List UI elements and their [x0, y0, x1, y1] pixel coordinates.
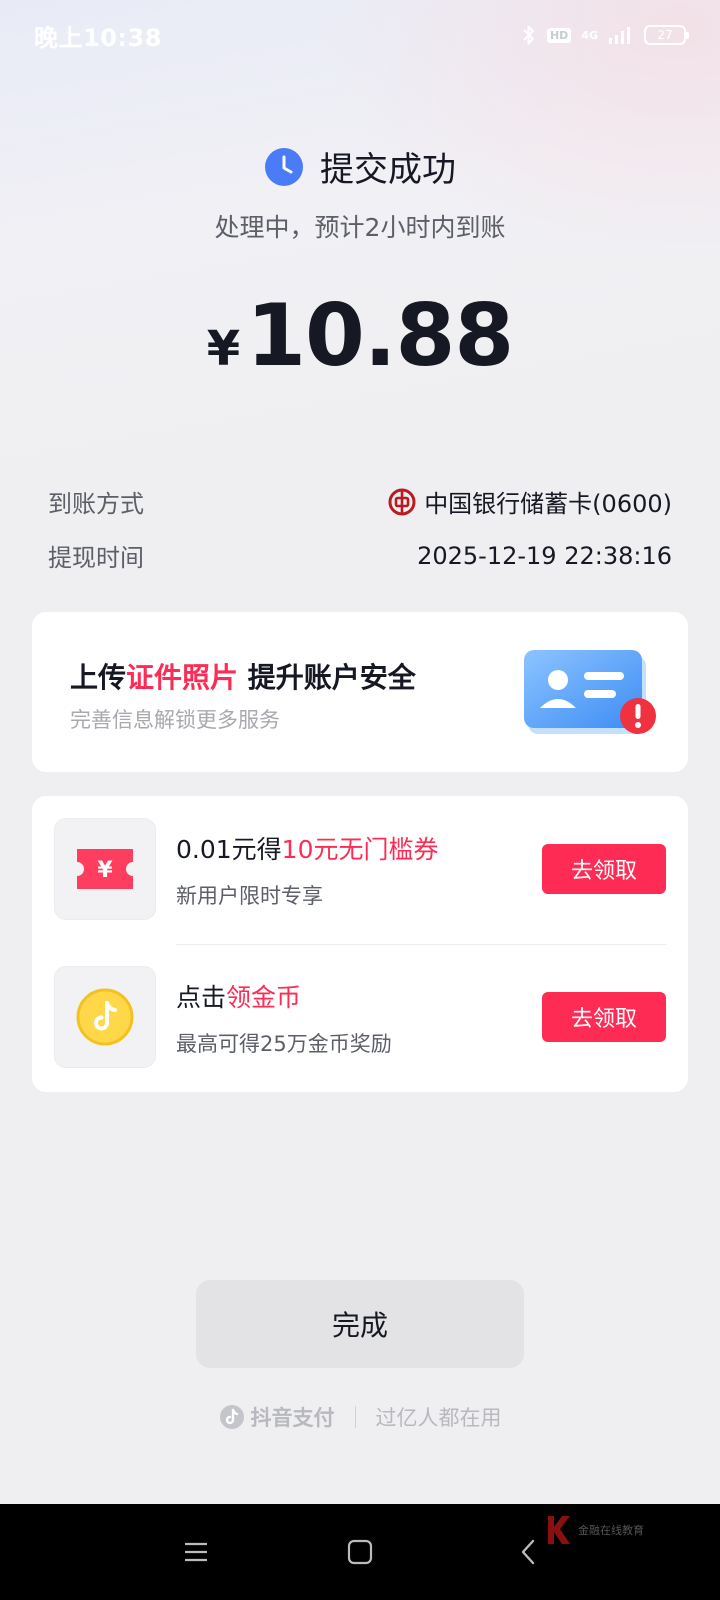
- svg-text:¥: ¥: [97, 858, 113, 883]
- promo-title: 0.01元得10元无门槛券: [176, 830, 438, 866]
- promo-title-highlight: 10元无门槛券: [281, 835, 439, 864]
- result-subtitle: 处理中，预计2小时内到账: [214, 213, 506, 242]
- promo-title-prefix: 点击: [176, 983, 227, 1012]
- menu-icon: [185, 1542, 207, 1562]
- status-time: 晚上10:38: [34, 23, 162, 52]
- signal-icon: [608, 25, 634, 45]
- status-bar: 晚上10:38 HD 4G 27: [0, 0, 720, 70]
- claim-gold-coin-button[interactable]: 去领取: [542, 992, 666, 1042]
- promo-title: 点击领金币: [176, 978, 301, 1014]
- result-title: 提交成功: [320, 150, 456, 190]
- footer: 抖音支付 过亿人都在用: [0, 1402, 720, 1432]
- done-button[interactable]: 完成: [196, 1280, 524, 1368]
- promo-thumb: ¥: [54, 818, 156, 920]
- battery-icon: 27: [644, 25, 689, 45]
- promo-item-gold-coin[interactable]: 点击领金币 最高可得25万金币奖励 去领取: [32, 966, 688, 1076]
- footer-brand: 抖音支付: [219, 1402, 335, 1432]
- promo-title-highlight: 领金币: [226, 983, 302, 1012]
- back-chevron-icon: [521, 1539, 535, 1565]
- detail-value: 2025-12-19 22:38:16: [417, 541, 672, 570]
- clock-icon: [265, 147, 303, 186]
- footer-divider: [354, 1406, 356, 1428]
- detail-value-text: 中国银行储蓄卡(0600): [424, 490, 672, 518]
- detail-label: 到账方式: [48, 490, 144, 518]
- douyin-pay-icon: [219, 1405, 244, 1429]
- bluetooth-icon: [521, 23, 537, 47]
- promo-subtitle: 新用户限时专享: [176, 884, 323, 908]
- network-type: 4G: [581, 28, 598, 42]
- upload-id-title-suffix: 提升账户安全: [238, 661, 416, 694]
- promo-divider: [176, 944, 666, 945]
- home-button[interactable]: [342, 1534, 378, 1570]
- detail-row-method: 到账方式 中国银行储蓄卡(0600): [48, 484, 672, 519]
- status-icons: HD 4G 27: [521, 23, 689, 47]
- watermark-logo-icon: [548, 1516, 570, 1544]
- hd-voice-icon: HD: [546, 27, 572, 43]
- amount-display: ¥ 10.88: [0, 286, 720, 386]
- promo-card: ¥ 0.01元得10元无门槛券 新用户限时专享 去领取 点击领金币 最高可得25…: [32, 796, 688, 1092]
- bank-of-china-icon: [388, 488, 416, 515]
- upload-id-subtitle: 完善信息解锁更多服务: [70, 708, 280, 732]
- currency-symbol: ¥: [206, 321, 241, 377]
- id-card-warning-icon: [524, 650, 656, 734]
- upload-id-title-prefix: 上传: [70, 661, 127, 694]
- footer-slogan: 过亿人都在用: [375, 1406, 502, 1430]
- promo-item-coupon[interactable]: ¥ 0.01元得10元无门槛券 新用户限时专享 去领取: [32, 818, 688, 928]
- promo-thumb: [54, 966, 156, 1068]
- watermark-text: 金融在线教育: [578, 1524, 644, 1537]
- footer-brand-text: 抖音支付: [250, 1406, 335, 1430]
- claim-coupon-button[interactable]: 去领取: [542, 844, 666, 894]
- coupon-icon: ¥: [77, 849, 133, 889]
- result-header: 提交成功: [0, 142, 720, 191]
- gold-coin-icon: [76, 988, 134, 1046]
- system-nav-bar: 金融在线教育: [0, 1504, 720, 1600]
- promo-title-prefix: 0.01元得: [176, 835, 282, 864]
- upload-id-title: 上传证件照片 提升账户安全: [70, 656, 416, 696]
- promo-subtitle: 最高可得25万金币奖励: [176, 1032, 392, 1056]
- back-button[interactable]: [510, 1534, 546, 1570]
- upload-id-title-highlight: 证件照片: [126, 661, 239, 694]
- home-square-icon: [347, 1539, 373, 1565]
- detail-row-time: 提现时间 2025-12-19 22:38:16: [48, 538, 672, 573]
- detail-label: 提现时间: [48, 544, 144, 572]
- upload-id-card[interactable]: 上传证件照片 提升账户安全 完善信息解锁更多服务: [32, 612, 688, 772]
- detail-value: 中国银行储蓄卡(0600): [388, 484, 672, 519]
- watermark: 金融在线教育: [546, 1514, 644, 1546]
- recent-apps-button[interactable]: [178, 1534, 214, 1570]
- amount-value: 10.88: [246, 286, 514, 386]
